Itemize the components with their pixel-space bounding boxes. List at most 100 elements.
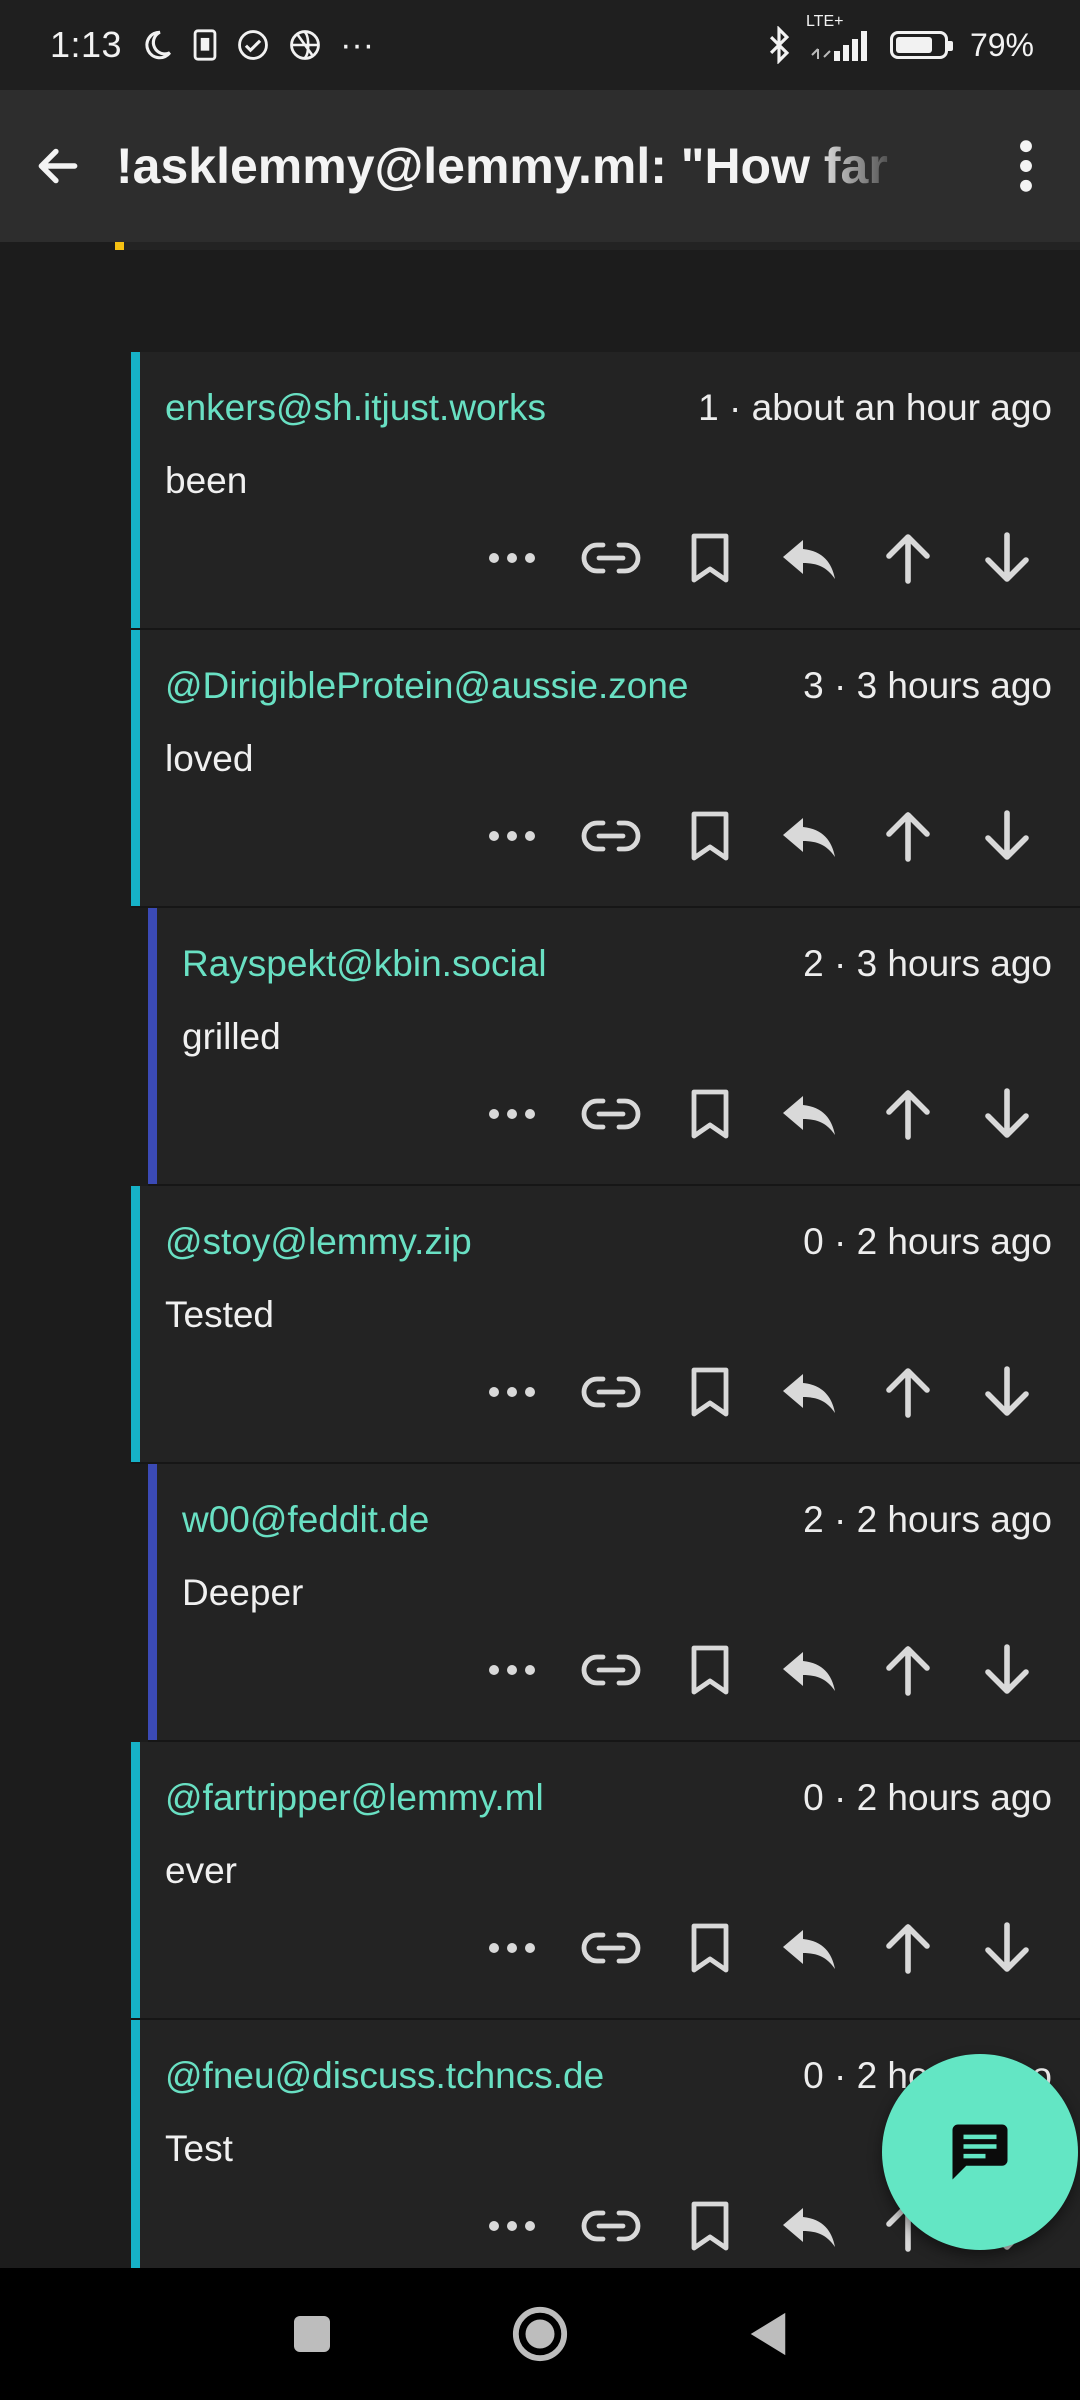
downvote-button[interactable] (957, 806, 1056, 866)
link-button[interactable] (561, 1084, 660, 1144)
comment-item[interactable]: @DirigibleProtein@aussie.zone 3 · 3 hours… (131, 630, 1080, 908)
comment-item[interactable]: w00@feddit.de 2 · 2 hours ago Deeper (148, 1464, 1080, 1742)
thread-depth-bar (131, 630, 140, 906)
reply-icon (782, 1652, 835, 1691)
new-comment-fab[interactable] (882, 2054, 1078, 2250)
downvote-icon (984, 1088, 1029, 1138)
more-button[interactable] (462, 2196, 561, 2256)
bookmark-button[interactable] (660, 1918, 759, 1978)
comment-score-time: 3 · 3 hours ago (803, 665, 1052, 706)
bookmark-button[interactable] (660, 2196, 759, 2256)
bookmark-button[interactable] (660, 806, 759, 866)
battery-fill (895, 37, 933, 53)
downvote-icon (984, 810, 1029, 860)
link-button[interactable] (561, 1362, 660, 1422)
thread-depth-bar (115, 242, 124, 250)
downvote-button[interactable] (957, 1084, 1056, 1144)
reply-icon (782, 1374, 835, 1413)
bookmark-button[interactable] (660, 1084, 759, 1144)
link-button[interactable] (561, 2196, 660, 2256)
more-button[interactable] (462, 806, 561, 866)
downvote-button[interactable] (957, 1640, 1056, 1700)
bookmark-icon (691, 2201, 728, 2251)
comment-actions (462, 806, 1056, 866)
more-button[interactable] (462, 1918, 561, 1978)
check-circle-icon (236, 28, 270, 62)
recents-button[interactable] (267, 2289, 357, 2379)
downvote-button[interactable] (957, 1918, 1056, 1978)
upvote-button[interactable] (858, 1362, 957, 1422)
bookmark-button[interactable] (660, 1640, 759, 1700)
more-button[interactable] (462, 1640, 561, 1700)
comment-author[interactable]: w00@feddit.de (182, 1499, 429, 1541)
comment-actions (462, 1640, 1056, 1700)
more-button[interactable] (462, 1362, 561, 1422)
more-button[interactable] (462, 1084, 561, 1144)
reply-button[interactable] (759, 1640, 858, 1700)
comment-body: Deeper (182, 1572, 304, 1613)
link-button[interactable] (561, 806, 660, 866)
reply-icon (782, 818, 835, 857)
comment-author[interactable]: @fartripper@lemmy.ml (165, 1777, 544, 1819)
bookmark-button[interactable] (660, 1362, 759, 1422)
comment-actions (462, 528, 1056, 588)
comment-list[interactable]: enkers@sh.itjust.works 1 · about an hour … (0, 242, 1080, 2268)
comment-header: Rayspekt@kbin.social 2 · 3 hours ago (182, 942, 1052, 986)
comment-score-time: 1 · about an hour ago (698, 387, 1052, 428)
more-horiz-icon (488, 1943, 535, 1953)
comment-body: ever (165, 1850, 237, 1891)
upvote-button[interactable] (858, 1640, 957, 1700)
reply-button[interactable] (759, 1084, 858, 1144)
upvote-button[interactable] (858, 806, 957, 866)
comment-item[interactable]: @stoy@lemmy.zip 0 · 2 hours ago Tested (131, 1186, 1080, 1464)
reply-icon (782, 540, 835, 579)
link-button[interactable] (561, 1640, 660, 1700)
comment-author[interactable]: enkers@sh.itjust.works (165, 387, 546, 429)
more-horiz-icon (488, 831, 535, 841)
downvote-button[interactable] (957, 528, 1056, 588)
bookmark-button[interactable] (660, 528, 759, 588)
back-nav-button[interactable] (723, 2289, 813, 2379)
home-button[interactable] (495, 2289, 585, 2379)
link-button[interactable] (561, 528, 660, 588)
comment-author[interactable]: @stoy@lemmy.zip (165, 1221, 472, 1263)
upvote-button[interactable] (858, 1918, 957, 1978)
upvote-button[interactable] (858, 528, 957, 588)
reply-button[interactable] (759, 806, 858, 866)
battery-icon (889, 31, 953, 59)
overflow-menu-button[interactable] (996, 136, 1056, 196)
sim-icon (192, 28, 218, 62)
comment-actions (462, 1918, 1056, 1978)
link-icon (581, 820, 640, 852)
comment-author[interactable]: @DirigibleProtein@aussie.zone (165, 665, 688, 707)
link-icon (581, 542, 640, 574)
status-time: 1:13 (50, 24, 123, 65)
upvote-icon (885, 1924, 930, 1974)
thread-depth-bar (131, 1186, 140, 1462)
comment-author[interactable]: @fneu@discuss.tchncs.de (165, 2055, 604, 2097)
reply-button[interactable] (759, 1918, 858, 1978)
signal-icon: LTE+ (806, 13, 876, 63)
app-bar: !asklemmy@lemmy.ml: "How far (0, 90, 1080, 242)
reply-button[interactable] (759, 1362, 858, 1422)
downvote-icon (984, 532, 1029, 582)
reply-icon (782, 2208, 835, 2247)
downvote-button[interactable] (957, 1362, 1056, 1422)
reply-button[interactable] (759, 528, 858, 588)
comment-body: grilled (182, 1016, 281, 1057)
reply-icon (782, 1930, 835, 1969)
comment-item[interactable]: @fartripper@lemmy.ml 0 · 2 hours ago ever (131, 1742, 1080, 2020)
reply-button[interactable] (759, 2196, 858, 2256)
comment-actions (462, 1084, 1056, 1144)
more-vert-icon (1020, 140, 1032, 192)
comment-item[interactable]: enkers@sh.itjust.works 1 · about an hour … (131, 352, 1080, 630)
link-icon (581, 2210, 640, 2242)
upvote-button[interactable] (858, 1084, 957, 1144)
back-button[interactable] (28, 136, 88, 196)
more-horiz-icon (488, 553, 535, 563)
comment-item[interactable]: Rayspekt@kbin.social 2 · 3 hours ago grill… (148, 908, 1080, 1186)
bookmark-icon (691, 811, 728, 861)
link-button[interactable] (561, 1918, 660, 1978)
comment-author[interactable]: Rayspekt@kbin.social (182, 943, 547, 985)
more-button[interactable] (462, 528, 561, 588)
